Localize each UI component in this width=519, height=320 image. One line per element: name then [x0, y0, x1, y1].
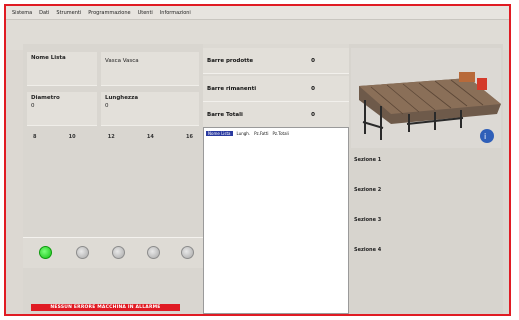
status-led-strip: [23, 237, 203, 268]
diametro-label: Diametro: [31, 95, 60, 101]
scale-number: 8: [33, 134, 37, 140]
status-led-icon: [147, 246, 160, 259]
scale-number: 12: [107, 134, 115, 140]
menu-utenti[interactable]: Utenti: [138, 10, 153, 16]
menu-sistema[interactable]: Sistema: [12, 10, 32, 16]
lunghezza-value: 0: [105, 103, 109, 109]
column-pezzi-fatti[interactable]: Pz.Fatti: [254, 131, 268, 136]
diametro-cell: Diametro 0: [27, 92, 97, 126]
lunghezza-cell: Lunghezza 0: [101, 92, 199, 126]
barre-totali-row: Barre Totali 0: [203, 102, 349, 128]
scale-number: 16: [186, 134, 193, 140]
barre-rimanenti-row: Barre rimanenti 0: [203, 76, 349, 102]
barre-rimanenti-value: 0: [311, 85, 315, 92]
column-lunghezza[interactable]: Lungh.: [237, 131, 251, 136]
status-led-icon: [112, 246, 125, 259]
scale-number: 14: [146, 134, 154, 140]
menu-strumenti[interactable]: Strumenti: [56, 10, 81, 16]
sezione-4-label: Sezione 4: [354, 247, 382, 253]
nome-lista-label: Nome Lista: [31, 55, 66, 61]
diameter-scale: 8 10 12 14 16: [23, 134, 203, 146]
status-led-icon: [39, 246, 52, 259]
scale-number: 10: [68, 134, 76, 140]
barre-prodotte-value: 0: [311, 57, 315, 64]
nome-lista-value-cell: Vasca Vasca: [101, 52, 199, 86]
lists-table[interactable]: Nome Lista Lungh. Pz.Fatti Pz.Totali: [203, 127, 349, 314]
barre-prodotte-row: Barre prodotte 0: [203, 48, 349, 74]
column-pezzi-totali[interactable]: Pz.Totali: [273, 131, 289, 136]
machine-illustration: i: [351, 48, 501, 148]
status-led-icon: [76, 246, 89, 259]
svg-text:i: i: [484, 132, 486, 141]
alarm-status-bar: NESSUN ERRORE MACCHINA IN ALLARME: [31, 304, 180, 311]
barre-totali-value: 0: [311, 111, 315, 118]
barre-prodotte-label: Barre prodotte: [207, 57, 254, 64]
menu-bar: Sistema Dati Strumenti Programmazione Ut…: [6, 6, 509, 20]
barre-rimanenti-label: Barre rimanenti: [207, 85, 257, 92]
column-nome-lista[interactable]: Nome Lista: [206, 130, 233, 136]
diametro-value: 0: [31, 103, 35, 109]
nome-lista-value: Vasca Vasca: [105, 58, 139, 64]
lists-table-header: Nome Lista Lungh. Pz.Fatti Pz.Totali: [206, 130, 293, 136]
menu-dati[interactable]: Dati: [39, 10, 49, 16]
lunghezza-label: Lunghezza: [105, 95, 139, 101]
nome-lista-label-cell: Nome Lista: [27, 52, 97, 86]
menu-informazioni[interactable]: Informazioni: [160, 10, 191, 16]
sezione-1-label: Sezione 1: [354, 157, 382, 163]
barre-totali-label: Barre Totali: [207, 111, 243, 118]
status-led-icon: [181, 246, 194, 259]
menu-programmazione[interactable]: Programmazione: [88, 10, 130, 16]
sezione-3-label: Sezione 3: [354, 217, 382, 223]
sezione-2-label: Sezione 2: [354, 187, 382, 193]
